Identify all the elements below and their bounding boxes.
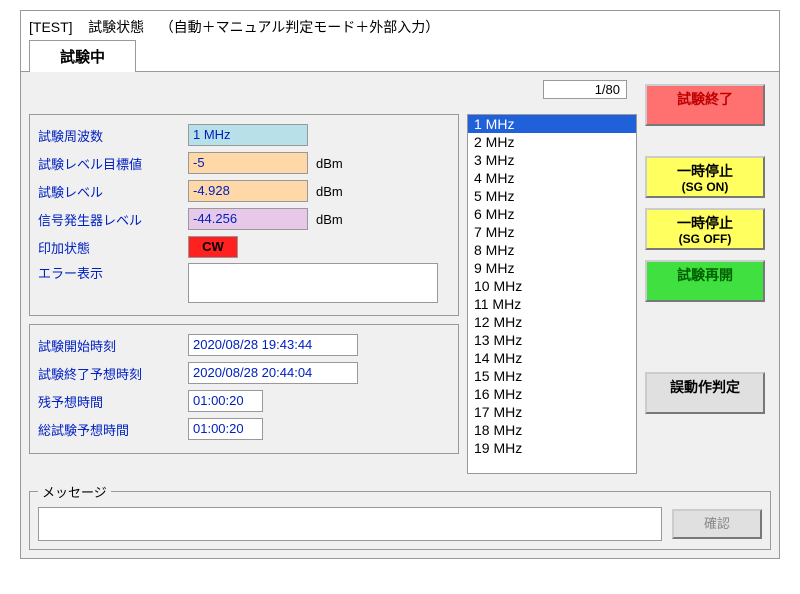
- value-remaining-est: 01:00:20: [188, 390, 263, 412]
- frequency-list-item[interactable]: 16 MHz: [468, 385, 636, 403]
- label-start-time: 試験開始時刻: [38, 336, 188, 355]
- pause-sg-off-button[interactable]: 一時停止 (SG OFF): [645, 208, 765, 250]
- value-end-est-time: 2020/08/28 20:44:04: [188, 362, 358, 384]
- frequency-list-item[interactable]: 3 MHz: [468, 151, 636, 169]
- frequency-list-item[interactable]: 1 MHz: [468, 115, 636, 133]
- frequency-list-item[interactable]: 5 MHz: [468, 187, 636, 205]
- pause-sg-off-line2: (SG OFF): [679, 232, 732, 246]
- frequency-list-item[interactable]: 6 MHz: [468, 205, 636, 223]
- unit-test-level-target: dBm: [316, 156, 343, 171]
- label-end-est-time: 試験終了予想時刻: [38, 364, 188, 383]
- pause-sg-on-line1: 一時停止: [677, 163, 733, 179]
- value-start-time: 2020/08/28 19:43:44: [188, 334, 358, 356]
- frequency-list-item[interactable]: 18 MHz: [468, 421, 636, 439]
- end-test-button[interactable]: 試験終了: [645, 84, 765, 126]
- frequency-list-item[interactable]: 4 MHz: [468, 169, 636, 187]
- unit-sg-level: dBm: [316, 212, 343, 227]
- frequency-list-item[interactable]: 7 MHz: [468, 223, 636, 241]
- message-fieldset: メッセージ 確認: [29, 482, 771, 550]
- message-legend: メッセージ: [38, 482, 111, 501]
- frequency-list-item[interactable]: 11 MHz: [468, 295, 636, 313]
- label-error-display: エラー表示: [38, 263, 188, 282]
- title-mode: （自動＋マニュアル判定モード＋外部入力）: [160, 19, 440, 35]
- frequency-list-item[interactable]: 12 MHz: [468, 313, 636, 331]
- frequency-list-item[interactable]: 17 MHz: [468, 403, 636, 421]
- frequency-list-item[interactable]: 8 MHz: [468, 241, 636, 259]
- value-sg-level: -44.256: [188, 208, 308, 230]
- frequency-list-item[interactable]: 2 MHz: [468, 133, 636, 151]
- malfunction-button[interactable]: 誤動作判定: [645, 372, 765, 414]
- label-apply-state: 印加状態: [38, 238, 188, 257]
- label-test-frequency: 試験周波数: [38, 126, 188, 145]
- frequency-list-item[interactable]: 14 MHz: [468, 349, 636, 367]
- tab-panel: 1/80 試験周波数 1 MHz 試験レベル目標値 -5 dBm: [21, 71, 779, 482]
- pause-sg-off-line1: 一時停止: [677, 215, 733, 231]
- label-test-level: 試験レベル: [38, 182, 188, 201]
- unit-test-level: dBm: [316, 184, 343, 199]
- label-sg-level: 信号発生器レベル: [38, 210, 188, 229]
- value-test-frequency: 1 MHz: [188, 124, 308, 146]
- frequency-list-item[interactable]: 9 MHz: [468, 259, 636, 277]
- value-test-level-target: -5: [188, 152, 308, 174]
- frequency-list-item[interactable]: 19 MHz: [468, 439, 636, 457]
- label-remaining-est: 残予想時間: [38, 392, 188, 411]
- message-text[interactable]: [38, 507, 662, 541]
- title-state: 試験状態: [88, 19, 144, 35]
- tab-strip: 試験中: [21, 39, 779, 71]
- value-total-est: 01:00:20: [188, 418, 263, 440]
- label-test-level-target: 試験レベル目標値: [38, 154, 188, 173]
- frequency-listbox[interactable]: 1 MHz2 MHz3 MHz4 MHz5 MHz6 MHz7 MHz8 MHz…: [467, 114, 637, 474]
- resume-test-button[interactable]: 試験再開: [645, 260, 765, 302]
- value-error-display: [188, 263, 438, 303]
- frequency-list-item[interactable]: 10 MHz: [468, 277, 636, 295]
- frequency-list-item[interactable]: 15 MHz: [468, 367, 636, 385]
- window: [TEST] 試験状態 （自動＋マニュアル判定モード＋外部入力） 試験中 1/8…: [20, 10, 780, 559]
- confirm-button[interactable]: 確認: [672, 509, 762, 539]
- pause-sg-on-line2: (SG ON): [682, 180, 729, 194]
- value-apply-state: CW: [188, 236, 238, 258]
- label-total-est: 総試験予想時間: [38, 420, 188, 439]
- value-test-level: -4.928: [188, 180, 308, 202]
- parameters-panel: 試験周波数 1 MHz 試験レベル目標値 -5 dBm 試験レベル -4.928…: [29, 114, 459, 316]
- times-panel: 試験開始時刻 2020/08/28 19:43:44 試験終了予想時刻 2020…: [29, 324, 459, 454]
- frequency-list-item[interactable]: 13 MHz: [468, 331, 636, 349]
- title-bar: [TEST] 試験状態 （自動＋マニュアル判定モード＋外部入力）: [21, 11, 779, 39]
- title-prefix: [TEST]: [29, 19, 73, 35]
- tab-running[interactable]: 試験中: [29, 40, 136, 72]
- pause-sg-on-button[interactable]: 一時停止 (SG ON): [645, 156, 765, 198]
